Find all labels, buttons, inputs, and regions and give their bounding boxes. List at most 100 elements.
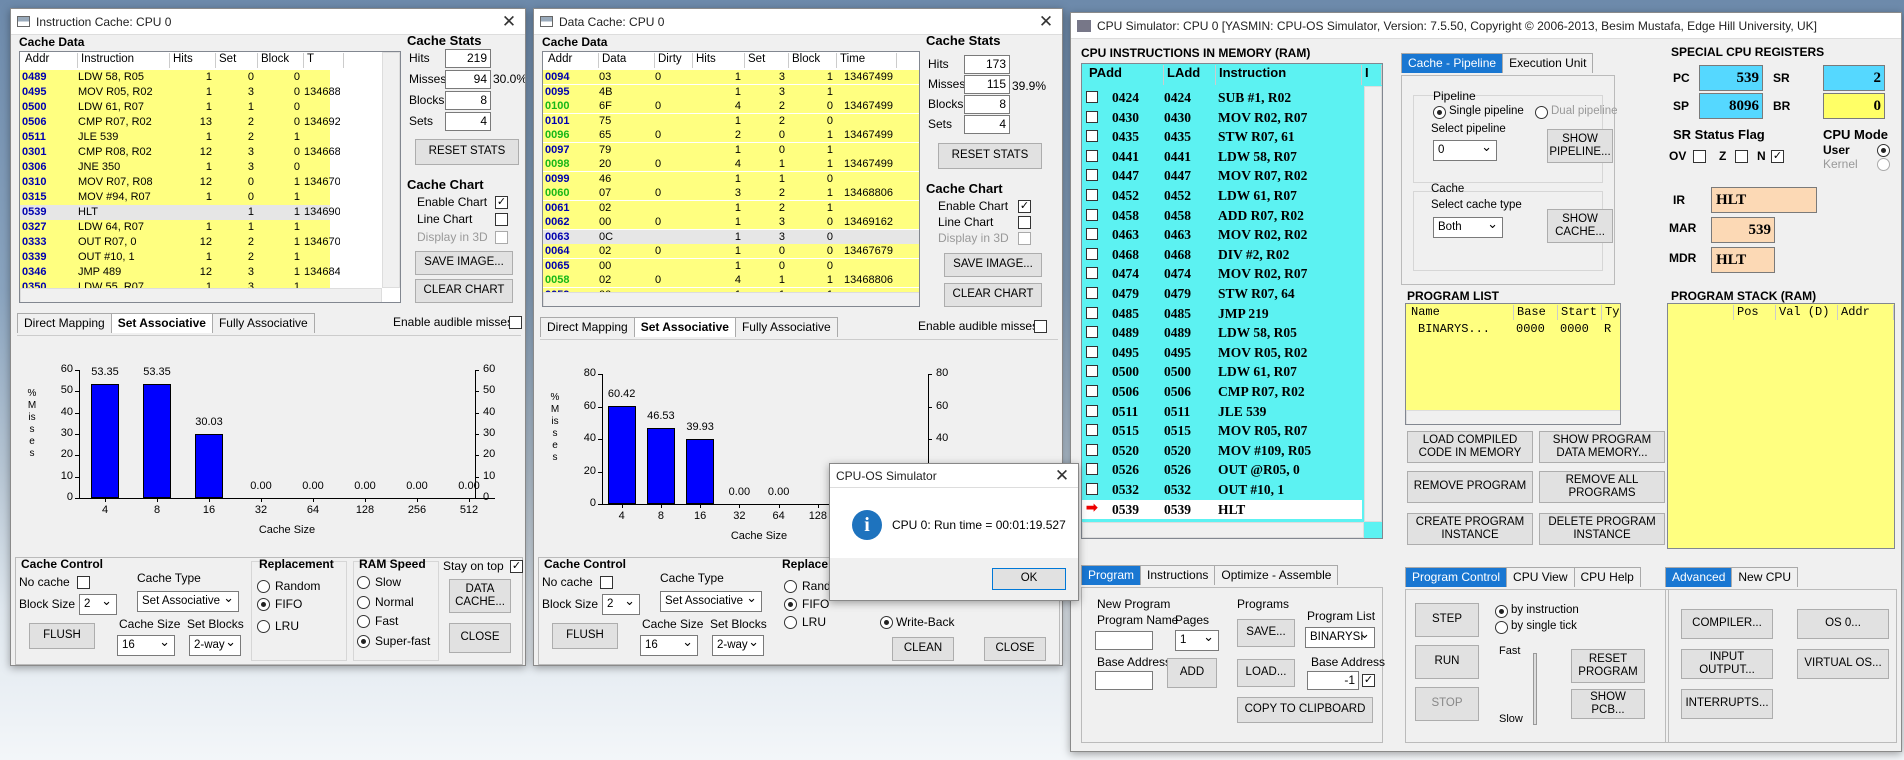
save-image-button[interactable]: SAVE IMAGE... (415, 251, 513, 275)
table-row[interactable]: 0333 OUT R07, 0 12 2 1 134670 (20, 235, 340, 250)
audible-misses-checkbox[interactable] (509, 316, 522, 329)
column-header[interactable]: Set (216, 53, 258, 68)
show-pcb-button[interactable]: SHOW PCB... (1571, 689, 1645, 719)
add-button[interactable]: ADD (1167, 658, 1217, 688)
single-pipeline-radio[interactable] (1433, 106, 1446, 119)
table-row[interactable]: 0511 0511 JLE 539 (1082, 401, 1362, 421)
column-header[interactable]: Pos (1734, 305, 1776, 320)
table-row[interactable]: 0447 0447 MOV R07, R02 (1082, 166, 1362, 186)
dcache-close-button[interactable]: CLOSE (984, 637, 1046, 661)
table-row[interactable]: 0511 JLE 539 1 2 1 (20, 130, 330, 145)
input-output-button[interactable]: INPUT OUTPUT... (1681, 649, 1773, 679)
ram-normal-radio[interactable] (357, 596, 370, 609)
table-row[interactable]: 0458 0458 ADD R07, R02 (1082, 205, 1362, 225)
column-header[interactable]: Instruction (1216, 65, 1362, 85)
breakpoint-checkbox[interactable] (1086, 345, 1098, 358)
block-size-select[interactable]: 2 (79, 591, 117, 615)
column-header[interactable]: Name (1408, 305, 1514, 320)
ram-slow-radio[interactable] (357, 576, 370, 589)
show-program-data-memory-button[interactable]: SHOW PROGRAM DATA MEMORY... (1539, 431, 1665, 463)
horizontal-scrollbar[interactable] (20, 288, 382, 302)
tab-program-control[interactable]: Program Control (1405, 567, 1508, 587)
table-row[interactable]: 0098 20 0 4 1 1 13467499 (543, 157, 919, 171)
program-list-table[interactable]: NameBaseStartType BINARYS... 0000 0000 R (1405, 303, 1621, 425)
tab-direct-mapping[interactable]: Direct Mapping (540, 317, 635, 337)
write-back-radio[interactable] (880, 616, 893, 629)
base-address-input[interactable] (1095, 671, 1153, 690)
table-row[interactable]: 0463 0463 MOV R02, R02 (1082, 225, 1362, 245)
block-size-select[interactable]: 2 (602, 591, 640, 615)
breakpoint-checkbox[interactable] (1086, 247, 1098, 260)
column-header[interactable]: T (304, 53, 344, 68)
tab-advanced[interactable]: Advanced (1665, 567, 1733, 587)
tab-set-associative[interactable]: Set Associative (110, 313, 213, 333)
enable-chart-checkbox[interactable]: ✓ (1018, 200, 1031, 213)
table-row[interactable]: 0095 4B 1 3 1 (543, 84, 919, 99)
replacement-fifo-radio[interactable] (784, 598, 797, 611)
column-header[interactable]: Base (1514, 305, 1558, 320)
no-cache-checkbox[interactable] (600, 576, 613, 589)
breakpoint-checkbox[interactable] (1086, 189, 1098, 201)
table-row[interactable]: BINARYS... 0000 0000 R (1406, 322, 1620, 337)
table-row[interactable]: 0532 0532 OUT #10, 1 (1082, 480, 1362, 499)
tab-cache-pipeline[interactable]: Cache - Pipeline (1401, 53, 1504, 73)
program-stack-table[interactable]: Pos Val (D) Addr (1667, 303, 1895, 549)
clear-chart-button[interactable]: CLEAR CHART (415, 279, 513, 303)
breakpoint-checkbox[interactable] (1086, 326, 1098, 339)
cache-type-select[interactable]: Both (1433, 214, 1503, 238)
clear-chart-button[interactable]: CLEAR CHART (944, 283, 1042, 307)
column-header[interactable]: Instruction (78, 53, 170, 68)
stay-on-top-checkbox[interactable]: ✓ (510, 560, 523, 573)
run-button[interactable]: RUN (1415, 645, 1479, 679)
column-header[interactable]: Block (258, 53, 304, 68)
breakpoint-checkbox[interactable] (1086, 91, 1098, 103)
table-row[interactable]: 0424 0424 SUB #1, R02 (1082, 88, 1362, 107)
tab-fully-associative[interactable]: Fully Associative (734, 317, 838, 337)
copy-to-clipboard-button[interactable]: COPY TO CLIPBOARD (1237, 697, 1373, 723)
load-program-button[interactable]: LOAD... (1237, 659, 1295, 687)
tab-fully-associative[interactable]: Fully Associative (211, 313, 315, 333)
remove-all-programs-button[interactable]: REMOVE ALL PROGRAMS (1539, 471, 1665, 503)
cache-size-select[interactable]: 16 (117, 632, 175, 656)
tab-new-cpu[interactable]: New CPU (1731, 567, 1799, 587)
table-row[interactable]: 0315 MOV #94, R07 1 0 1 (20, 190, 330, 205)
compiler-button[interactable]: COMPILER... (1681, 609, 1773, 639)
table-row[interactable]: 0441 0441 LDW 58, R07 (1082, 146, 1362, 166)
horizontal-scrollbar[interactable] (1082, 522, 1364, 538)
table-row[interactable]: 0094 03 0 1 3 1 13467499 (543, 70, 919, 84)
table-row[interactable]: 0500 LDW 61, R07 1 1 0 (20, 100, 330, 115)
table-row[interactable]: 0495 MOV R05, R02 1 3 0 134688 (20, 85, 340, 100)
table-row[interactable]: 0301 CMP R08, R02 12 3 0 134668 (20, 145, 340, 160)
table-row[interactable]: 0489 LDW 58, R05 1 0 0 (20, 70, 330, 85)
column-header[interactable]: Type (1602, 305, 1620, 320)
horizontal-scrollbar[interactable] (1406, 410, 1620, 424)
table-row[interactable]: 0064 02 0 1 0 0 13467679 (543, 244, 919, 258)
tab-instructions[interactable]: Instructions (1140, 565, 1216, 585)
table-row[interactable]: 0062 00 0 1 3 0 13469162 (543, 215, 919, 229)
breakpoint-checkbox[interactable] (1086, 169, 1098, 182)
by-instruction-radio[interactable] (1495, 605, 1508, 618)
dcache-data-table[interactable]: Addr Data Dirty Hits Set Block Time 0094 03 0 1 3 1 1… (542, 51, 920, 307)
table-row[interactable]: 0065 00 1 0 0 (543, 258, 919, 273)
column-header[interactable]: Start (1558, 305, 1602, 320)
tab-program[interactable]: Program (1081, 565, 1142, 585)
breakpoint-checkbox[interactable] (1086, 385, 1098, 397)
by-single-tick-radio[interactable] (1495, 621, 1508, 634)
breakpoint-checkbox[interactable] (1086, 306, 1098, 319)
save-image-button[interactable]: SAVE IMAGE... (944, 253, 1042, 277)
create-program-instance-button[interactable]: CREATE PROGRAM INSTANCE (1407, 513, 1533, 545)
stop-button[interactable]: STOP (1415, 687, 1479, 721)
base-address-checkbox[interactable]: ✓ (1362, 674, 1375, 687)
column-header[interactable]: Addr (1838, 305, 1894, 320)
breakpoint-checkbox[interactable] (1086, 110, 1098, 123)
column-header[interactable]: Set (745, 53, 789, 68)
column-header[interactable]: Block (789, 53, 837, 68)
tab-direct-mapping[interactable]: Direct Mapping (17, 313, 112, 333)
table-row[interactable]: 0327 LDW 64, R07 1 1 1 (20, 220, 330, 235)
cache-type-select[interactable]: Set Associative (660, 588, 762, 612)
virtual-os-button[interactable]: VIRTUAL OS... (1797, 649, 1889, 679)
column-header[interactable]: Addr (545, 53, 599, 68)
flush-button[interactable]: FLUSH (29, 623, 95, 649)
vertical-scrollbar[interactable] (1364, 86, 1382, 522)
table-row[interactable]: 0526 0526 OUT @R05, 0 (1082, 460, 1362, 480)
